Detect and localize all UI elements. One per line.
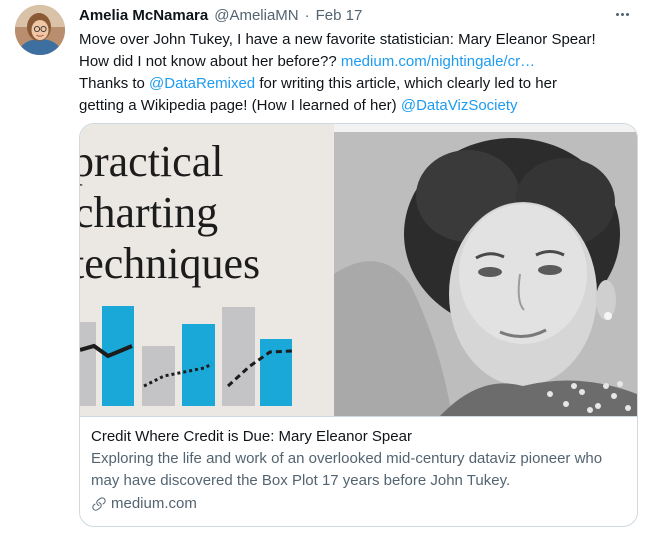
tweet-text-line: Thanks to @DataRemixed for writing this … (79, 73, 644, 95)
tweet-date[interactable]: Feb 17 (316, 6, 363, 26)
tweet: Amelia McNamara @AmeliaMN · Feb 17 Move … (0, 0, 652, 536)
card-domain-row: medium.com (91, 494, 625, 514)
author-handle[interactable]: @AmeliaMN (214, 6, 298, 26)
card-title[interactable]: Credit Where Credit is Due: Mary Eleanor… (91, 427, 625, 447)
avatar[interactable] (15, 5, 65, 55)
image-bar (182, 324, 215, 406)
tweet-text-segment: How did I not know about her before?? (79, 53, 341, 70)
tweet-text-segment: for writing this article, which clearly … (255, 75, 557, 92)
tweet-text-line: getting a Wikipedia page! (How I learned… (79, 95, 644, 117)
more-dot (615, 12, 619, 16)
image-bar (222, 307, 255, 406)
link-icon (92, 497, 106, 511)
tweet-text-segment: Thanks to (79, 75, 150, 92)
image-headline-line: charting (80, 188, 218, 237)
tweet-text-line: Move over John Tukey, I have a new favor… (79, 31, 596, 48)
image-headline-line: techniques (80, 239, 260, 288)
card-image-art: practical charting techniques (80, 124, 637, 416)
card-meta[interactable]: Credit Where Credit is Due: Mary Eleanor… (80, 416, 637, 526)
tweet-header: Amelia McNamara @AmeliaMN · Feb 17 (79, 6, 362, 26)
tweet-text-line: How did I not know about her before?? me… (79, 51, 644, 73)
author-name[interactable]: Amelia McNamara (79, 6, 208, 26)
tweet-text: Move over John Tukey, I have a new favor… (79, 29, 644, 117)
card-description: Exploring the life and work of an overlo… (91, 450, 603, 489)
mention-dataremixed[interactable]: @DataRemixed (149, 75, 255, 92)
image-bar (260, 339, 292, 406)
tweet-text-segment: getting a Wikipedia page! (How I learned… (79, 97, 401, 114)
more-dot (625, 12, 629, 16)
header-separator: · (304, 7, 310, 24)
card-domain: medium.com (111, 495, 197, 512)
image-bar (80, 322, 96, 406)
card-image[interactable]: practical charting techniques (80, 124, 637, 416)
mention-datavizsociety[interactable]: @DataVizSociety (401, 97, 518, 114)
link-preview-card[interactable]: practical charting techniques Credit Whe… (79, 123, 638, 527)
more-dot (620, 12, 624, 16)
image-headline-line: practical (80, 137, 223, 186)
more-options-button[interactable] (610, 4, 634, 24)
avatar-photo (15, 5, 65, 55)
image-bar (142, 346, 175, 406)
article-link[interactable]: medium.com/nightingale/cr… (341, 53, 535, 70)
